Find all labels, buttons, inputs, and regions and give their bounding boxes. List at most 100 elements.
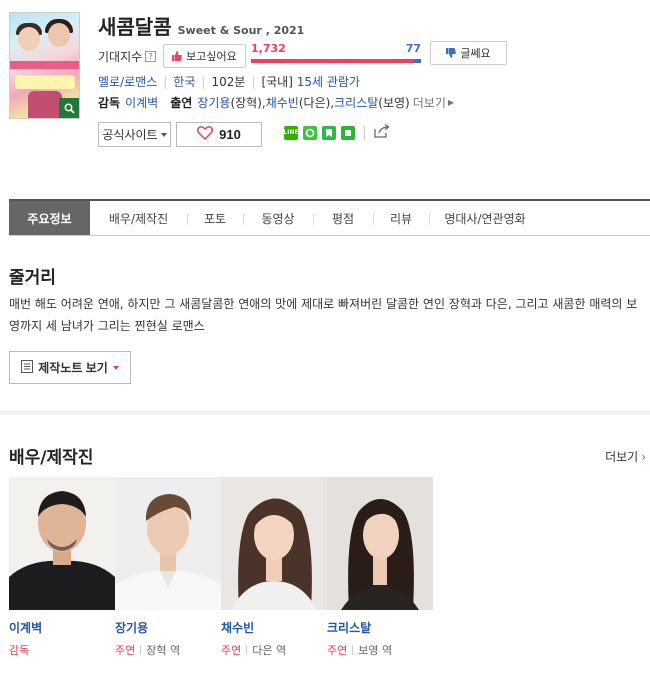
divider xyxy=(352,645,354,655)
divider xyxy=(140,645,142,655)
thumbs-down-icon xyxy=(446,48,457,58)
chevron-right-icon: › xyxy=(641,449,646,464)
caret-down-icon xyxy=(112,365,119,370)
cast-link[interactable]: 크리스탈 xyxy=(334,96,378,110)
tab-photo[interactable]: 포토 xyxy=(187,201,243,235)
tab-main-info[interactable]: 주요정보 xyxy=(9,201,90,235)
role-type: 주연 xyxy=(115,644,136,657)
divider: | xyxy=(251,74,256,89)
chevron-right-icon: ▶ xyxy=(447,98,455,107)
poster-art xyxy=(18,27,40,51)
poster-art xyxy=(15,75,75,89)
want-to-see-button[interactable]: 보고싶어요 xyxy=(163,44,246,68)
role-type: 주연 xyxy=(221,644,242,657)
thumbs-up-icon xyxy=(172,51,183,61)
want-count: 1,732 xyxy=(251,42,286,55)
cast-more-label: 더보기 xyxy=(605,450,639,464)
dislike-button[interactable]: 글쎄요 xyxy=(430,41,507,65)
like-button[interactable]: 910 xyxy=(176,122,262,147)
person-name[interactable]: 크리스탈 xyxy=(327,619,433,636)
crew-more-link[interactable]: 더보기 xyxy=(413,94,446,111)
tab-video[interactable]: 동영상 xyxy=(243,201,313,235)
tab-quotes-related[interactable]: 명대사/연관영화 xyxy=(429,201,541,235)
movie-subtitle: Sweet & Sour , 2021 xyxy=(177,24,305,37)
ratio-fill xyxy=(251,59,414,63)
character-name: 다은 역 xyxy=(252,644,287,657)
role-type: 감독 xyxy=(9,644,30,657)
character-name: 보영 역 xyxy=(358,644,393,657)
person-photo[interactable] xyxy=(221,477,327,610)
cast-more-link[interactable]: 더보기 › xyxy=(605,448,646,465)
role-type: 주연 xyxy=(327,644,348,657)
title-row: 새콤달콤 Sweet & Sour , 2021 xyxy=(98,11,304,40)
expectation-row: 기대지수 ? 보고싶어요 xyxy=(98,44,246,68)
share-icon[interactable] xyxy=(374,123,390,141)
want-label: 보고싶어요 xyxy=(186,51,237,63)
cast-link[interactable]: 채수빈 xyxy=(266,96,299,110)
synopsis-text: 매번 해도 어려운 연애, 하지만 그 새콤달콤한 연애의 맛에 제대로 빠져버… xyxy=(9,297,638,333)
movie-poster[interactable] xyxy=(9,12,80,119)
movie-meta: 멜로/로맨스 | 한국 | 102분 | [국내] 15세 관람가 xyxy=(98,73,360,90)
director-label: 감독 xyxy=(98,96,121,110)
help-icon[interactable]: ? xyxy=(145,50,157,62)
divider: | xyxy=(163,74,168,89)
person-name[interactable]: 채수빈 xyxy=(221,619,327,636)
runtime: 102분 xyxy=(211,75,246,89)
zoom-icon[interactable] xyxy=(59,98,79,118)
cast-entry: 장기용(장혁), xyxy=(197,96,266,110)
like-count: 910 xyxy=(219,127,241,142)
tab-cast-crew[interactable]: 배우/제작진 xyxy=(90,201,187,235)
poster-art xyxy=(10,61,79,69)
tab-bar: 주요정보 배우/제작진 포토 동영상 평점 리뷰 명대사/연관영화 xyxy=(9,199,650,236)
cast-card[interactable]: 채수빈 주연 다은 역 xyxy=(221,477,327,658)
person-photo[interactable] xyxy=(327,477,433,610)
cast-link[interactable]: 장기용 xyxy=(197,96,230,110)
production-notes-button[interactable]: 제작노트 보기 xyxy=(9,351,131,384)
divider xyxy=(364,125,365,140)
cast-card[interactable]: 크리스탈 주연 보영 역 xyxy=(327,477,433,658)
expect-label: 기대지수 xyxy=(98,49,143,64)
dislike-count: 77 xyxy=(405,42,421,55)
character-name: 장혁 역 xyxy=(146,644,181,657)
heart-icon xyxy=(197,126,214,143)
synopsis-heading: 줄거리 xyxy=(9,268,56,288)
movie-title: 새콤달콤 xyxy=(98,15,172,39)
poster-art xyxy=(48,23,70,47)
section-divider xyxy=(0,410,650,415)
official-site-button[interactable]: 공식사이트 xyxy=(98,122,171,147)
caret-down-icon xyxy=(160,132,167,137)
rating-prefix: [국내] xyxy=(261,75,293,89)
cast-entry: 채수빈(다은), xyxy=(265,96,335,110)
production-notes-label: 제작노트 보기 xyxy=(38,361,108,375)
rating-link[interactable]: 15세 관람가 xyxy=(297,73,360,90)
line-share-icon[interactable]: LINE xyxy=(283,125,299,140)
cast-entry: 크리스탈(보영) xyxy=(334,96,410,110)
person-photo[interactable] xyxy=(9,477,115,610)
divider: | xyxy=(201,74,206,89)
divider xyxy=(246,645,248,655)
cast-card[interactable]: 장기용 주연 장혁 역 xyxy=(115,477,221,658)
cast-list: 이계벽 감독 장기용 주연 장혁 역 채수빈 주연 다은 역 크리스탈 주연 보… xyxy=(9,477,433,658)
tab-rating[interactable]: 평점 xyxy=(313,201,373,235)
cast-label: 출연 xyxy=(170,96,193,110)
director-link[interactable]: 이계벽 xyxy=(125,94,158,111)
official-site-label: 공식사이트 xyxy=(102,128,158,142)
share-icons: LINE xyxy=(283,123,390,141)
tab-review[interactable]: 리뷰 xyxy=(373,201,429,235)
person-name[interactable]: 이계벽 xyxy=(9,619,115,636)
cast-card[interactable]: 이계벽 감독 xyxy=(9,477,115,658)
ratio-bar xyxy=(251,59,421,63)
cafe-share-icon[interactable] xyxy=(341,125,355,140)
blog-share-icon[interactable] xyxy=(322,125,336,140)
dislike-label: 글쎄요 xyxy=(460,48,491,60)
poster-art xyxy=(28,91,62,118)
crew-row: 감독 이계벽 출연 장기용(장혁), 채수빈(다은), 크리스탈(보영) 더보기… xyxy=(98,94,454,111)
country-link[interactable]: 한국 xyxy=(173,73,195,90)
document-icon xyxy=(21,359,34,376)
band-share-icon[interactable] xyxy=(303,125,317,140)
expectation-bar: 1,732 77 xyxy=(251,42,421,63)
person-photo[interactable] xyxy=(115,477,221,610)
genre-link[interactable]: 멜로/로맨스 xyxy=(98,73,157,90)
person-name[interactable]: 장기용 xyxy=(115,619,221,636)
cast-section-heading: 배우/제작진 xyxy=(9,448,94,468)
